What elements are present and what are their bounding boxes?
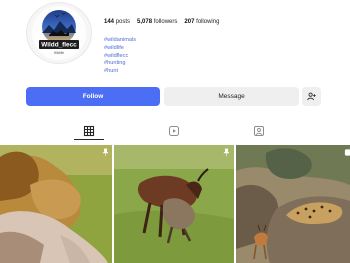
post-image-hyena-topi xyxy=(114,145,234,263)
post-thumbnail[interactable] xyxy=(0,145,112,263)
post-image-lions xyxy=(0,145,112,263)
post-image-leopard-impala xyxy=(236,145,350,263)
bio-hashtag[interactable]: #hunting xyxy=(104,60,136,68)
tagged-icon xyxy=(254,126,264,136)
grid-icon xyxy=(83,125,95,137)
profile-stats: 144 posts 5,078 followers 207 following xyxy=(104,19,219,25)
wildlife-logo: Wildd_flecc Wildlife xyxy=(32,6,86,60)
suggest-users-button[interactable] xyxy=(302,87,321,106)
posts-count: 144 posts xyxy=(104,19,131,25)
followers-count[interactable]: 5,078 followers xyxy=(137,19,177,25)
message-button[interactable]: Message xyxy=(164,87,299,106)
profile-tabs xyxy=(0,122,350,140)
bio-hashtag[interactable]: #wildanimals xyxy=(104,37,136,45)
post-thumbnail[interactable] xyxy=(114,145,234,263)
posts-grid xyxy=(0,145,350,263)
reels-icon xyxy=(169,126,179,136)
pin-icon xyxy=(223,148,230,157)
profile-avatar[interactable]: Wildd_flecc Wildlife xyxy=(26,2,92,64)
add-user-icon xyxy=(307,92,316,101)
follow-button[interactable]: Follow xyxy=(26,87,160,106)
profile-bio: #wildanimals #wildlife #wildflecc #hunti… xyxy=(104,37,136,76)
logo-subtext: Wildlife xyxy=(54,51,64,55)
logo-username-text: Wildd_flecc xyxy=(41,42,77,49)
tab-tagged[interactable] xyxy=(252,124,266,138)
tab-reels[interactable] xyxy=(167,124,181,138)
following-count[interactable]: 207 following xyxy=(184,19,219,25)
bio-hashtag[interactable]: #wildlife xyxy=(104,45,136,53)
tab-posts[interactable] xyxy=(82,124,96,138)
pin-icon xyxy=(102,148,109,157)
bio-hashtag[interactable]: #wildflecc xyxy=(104,53,136,61)
reel-icon xyxy=(344,149,350,156)
bio-hashtag[interactable]: #hunt xyxy=(104,68,136,76)
post-thumbnail[interactable] xyxy=(236,145,350,263)
active-tab-indicator xyxy=(74,139,104,140)
